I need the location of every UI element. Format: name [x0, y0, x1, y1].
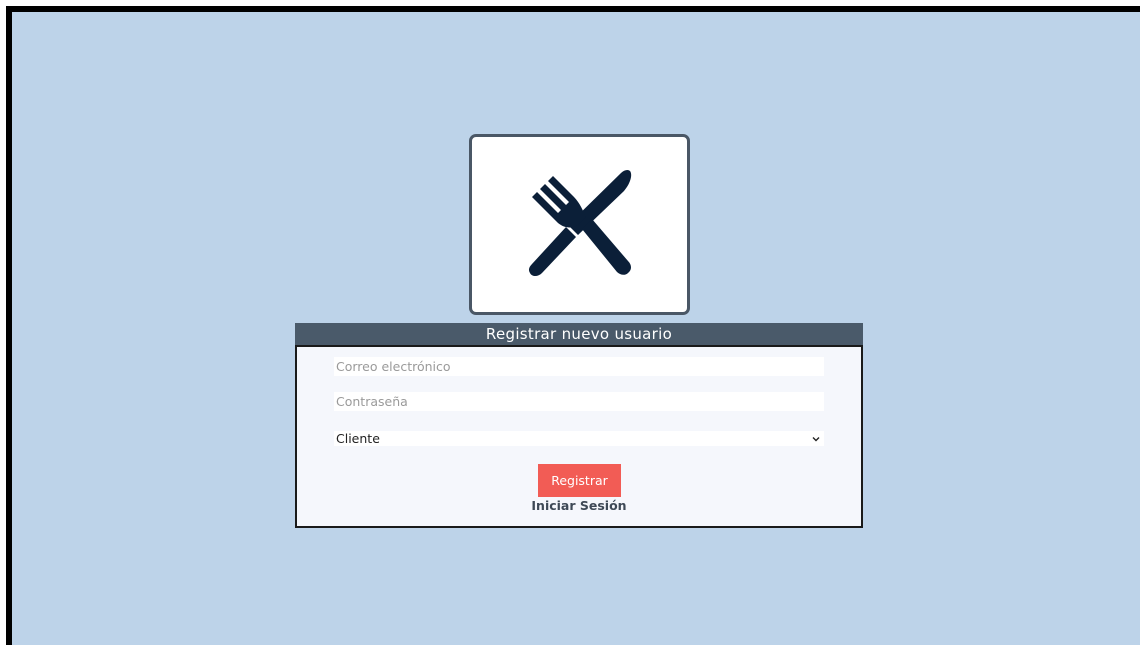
logo-box	[469, 134, 690, 315]
register-form: Cliente Registrar Iniciar Sesión	[295, 345, 863, 528]
register-panel: Registrar nuevo usuario Cliente Registra…	[295, 323, 863, 528]
password-field[interactable]	[334, 392, 824, 411]
browser-frame: Registrar nuevo usuario Cliente Registra…	[6, 6, 1140, 645]
panel-title: Registrar nuevo usuario	[295, 323, 863, 345]
fork-knife-crossed-icon	[528, 169, 631, 276]
role-select[interactable]: Cliente	[334, 431, 824, 446]
page-viewport: Registrar nuevo usuario Cliente Registra…	[12, 12, 1140, 645]
email-field[interactable]	[334, 357, 824, 376]
register-button[interactable]: Registrar	[538, 464, 621, 497]
login-link[interactable]: Iniciar Sesión	[297, 498, 861, 513]
role-select-value: Cliente	[336, 431, 380, 446]
chevron-down-icon	[811, 431, 821, 446]
